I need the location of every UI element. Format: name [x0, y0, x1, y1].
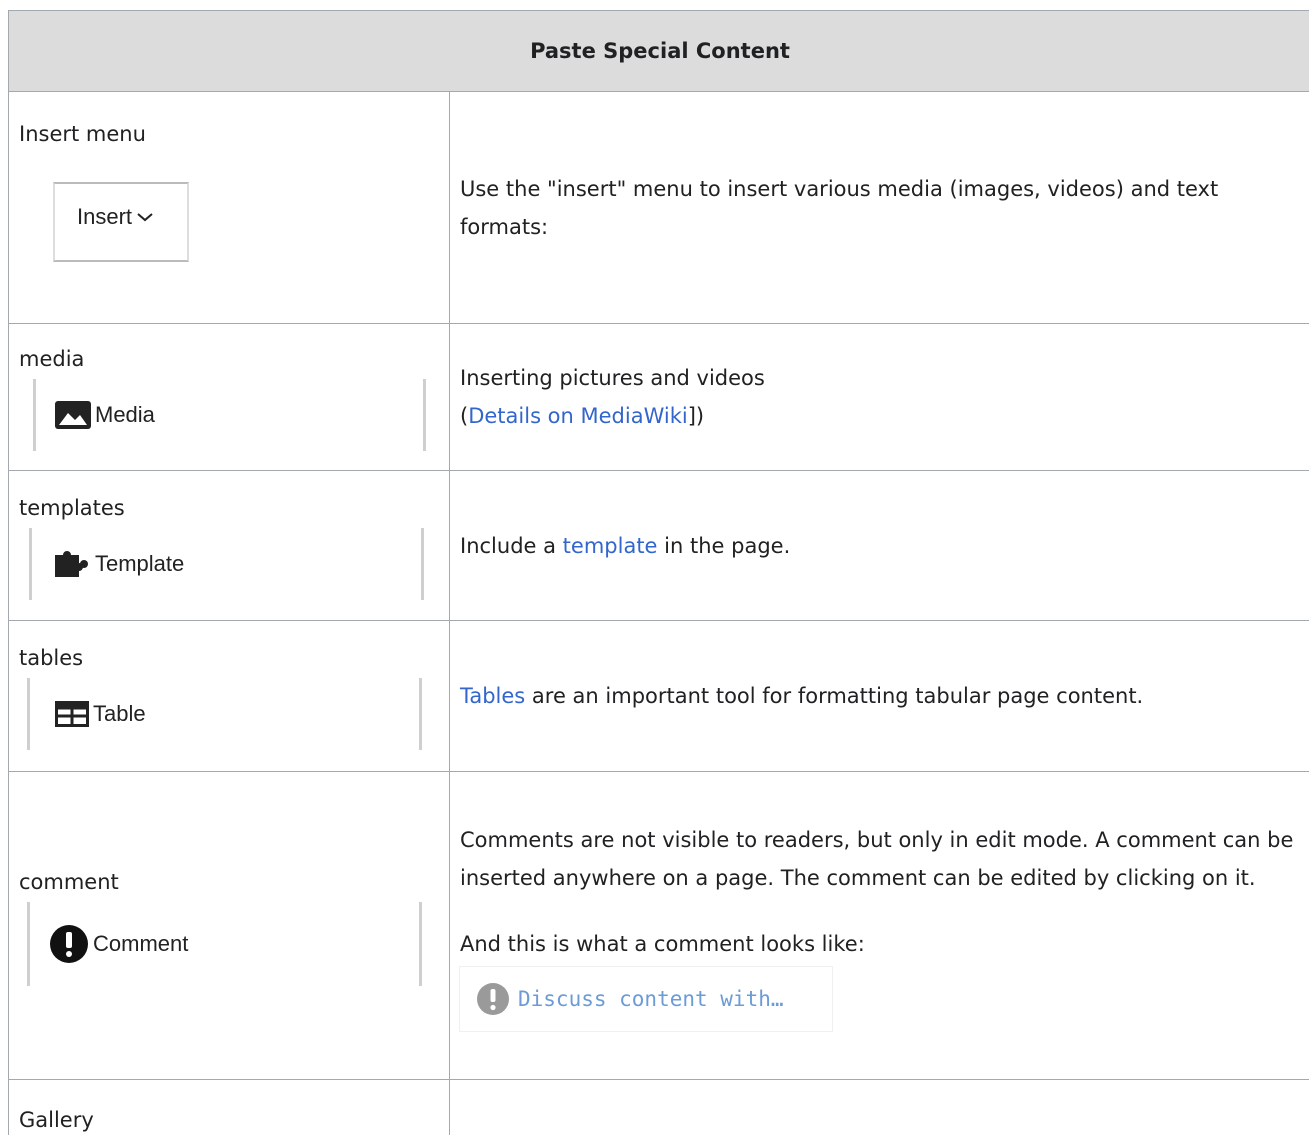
- tables-link[interactable]: Tables: [460, 684, 525, 708]
- cell-tables: tables Table: [8, 620, 450, 772]
- row-label: comment: [19, 869, 119, 894]
- table-row-templates: templates Template Include a template in…: [8, 470, 1309, 621]
- row-label: templates: [19, 495, 125, 520]
- row-description: Comments are not visible to readers, but…: [460, 827, 1294, 890]
- table-row-media: media Media Inserting pictures and video…: [8, 323, 1309, 471]
- row-label: tables: [19, 646, 84, 670]
- cell-gallery-description: [449, 1079, 1309, 1135]
- comment-screenshot: Comment: [19, 901, 439, 986]
- cell-media: media Media: [8, 323, 450, 471]
- insert-menu-text: Insert: [77, 204, 133, 229]
- table-text: Table: [93, 701, 146, 726]
- exclamation-icon: [476, 982, 510, 1016]
- table-row-gallery: Gallery: [8, 1079, 1309, 1135]
- table-row-tables: tables Table Tables are an important too…: [8, 620, 1309, 772]
- row-label: media: [19, 347, 85, 371]
- paste-special-table: Paste Special Content Insert menu Insert…: [8, 10, 1309, 1135]
- table-screenshot: Table: [19, 678, 439, 750]
- cell-insert-menu-description: Use the "insert" menu to insert various …: [449, 91, 1309, 324]
- exclamation-icon: [49, 924, 89, 964]
- cell-gallery: Gallery: [8, 1079, 450, 1135]
- comment-text: Comment: [93, 930, 189, 956]
- cell-templates: templates Template: [8, 470, 450, 621]
- cell-tables-description: Tables are an important tool for formatt…: [449, 620, 1309, 772]
- image-icon: [55, 401, 91, 429]
- table-row-comment: comment Comment Comments are not visible…: [8, 771, 1309, 1080]
- row-description-2: And this is what a comment looks like:: [460, 931, 865, 956]
- page: Paste Special Content Insert menu Insert…: [0, 0, 1309, 1135]
- table-row-insert-menu: Insert menu Insert Use the "insert" menu…: [8, 91, 1309, 324]
- row-label: Insert menu: [19, 122, 146, 146]
- row-description: Inserting pictures and videos: [460, 366, 765, 390]
- cell-media-description: Inserting pictures and videos (Details o…: [449, 323, 1309, 471]
- insert-menu-screenshot: Insert: [19, 152, 224, 297]
- template-text: Template: [95, 550, 185, 576]
- cell-insert-menu: Insert menu Insert: [8, 91, 450, 324]
- template-link[interactable]: template: [563, 534, 658, 558]
- cell-comment-description: Comments are not visible to readers, but…: [449, 771, 1309, 1080]
- chevron-down-icon: [136, 211, 154, 223]
- table-header: Paste Special Content: [8, 10, 1309, 92]
- comment-sample: Discuss content with…: [460, 966, 832, 1031]
- table-icon: [55, 701, 89, 727]
- cell-comment: comment Comment: [8, 771, 450, 1080]
- row-description: Use the "insert" menu to insert various …: [460, 176, 1219, 239]
- row-label: Gallery: [19, 1108, 94, 1132]
- table-header-row: Paste Special Content: [8, 10, 1309, 92]
- comment-sample-text: Discuss content with…: [518, 986, 784, 1011]
- media-screenshot: Media: [19, 379, 439, 451]
- details-mediawiki-link[interactable]: Details on MediaWiki: [468, 404, 688, 428]
- puzzle-icon: [55, 550, 91, 577]
- template-screenshot: Template: [19, 527, 439, 600]
- media-text: Media: [95, 402, 155, 427]
- cell-templates-description: Include a template in the page.: [449, 470, 1309, 621]
